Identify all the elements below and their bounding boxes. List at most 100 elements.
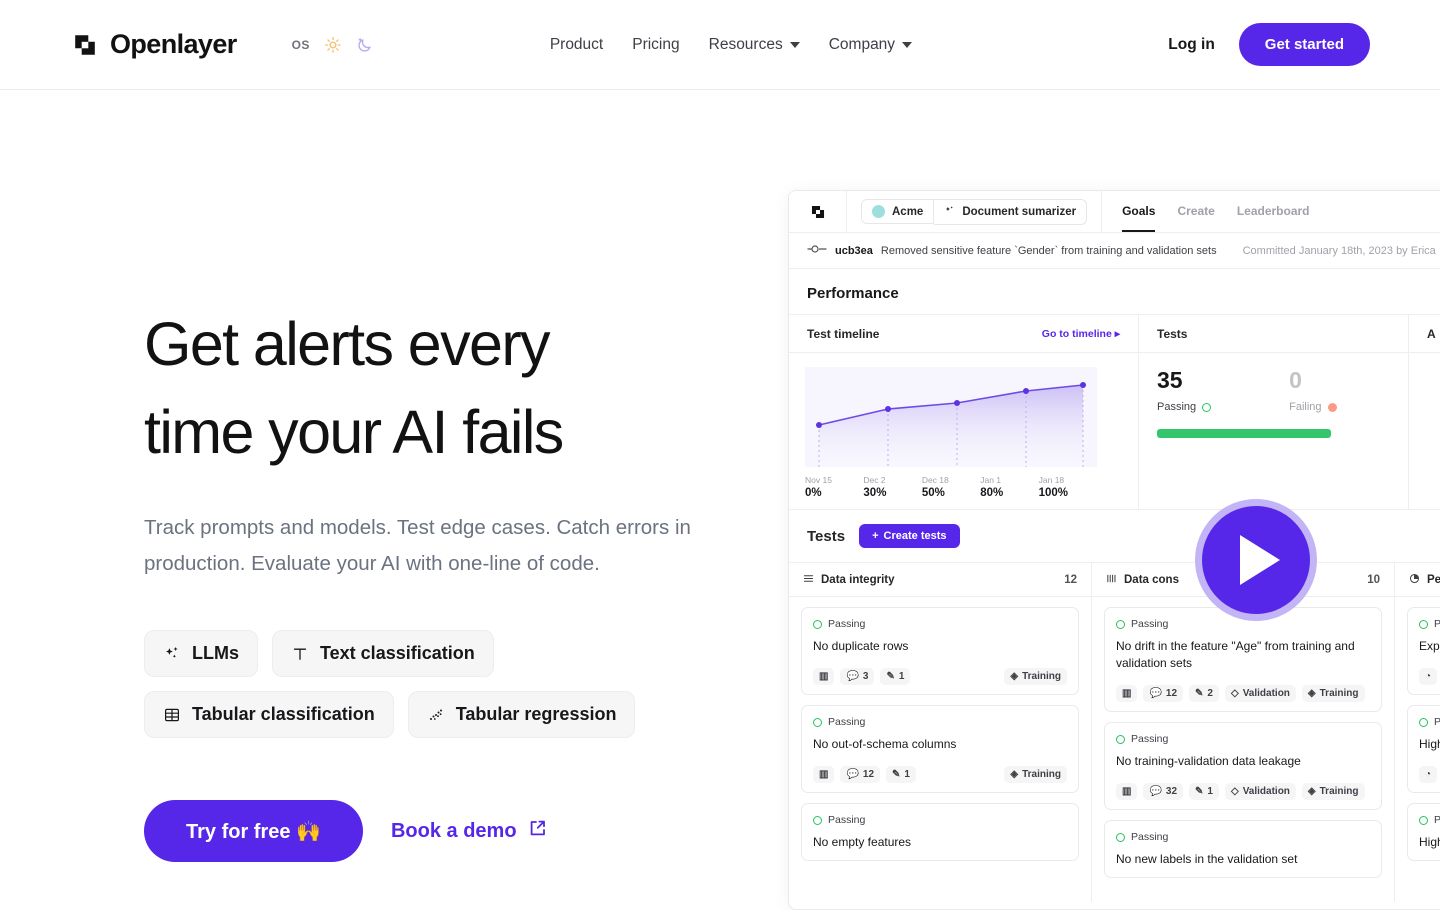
tab-create[interactable]: Create — [1177, 191, 1214, 232]
column-count: 12 — [1064, 573, 1077, 586]
nav-label: Product — [549, 35, 604, 53]
scatter-icon — [427, 706, 445, 724]
sun-icon[interactable] — [324, 36, 342, 54]
workspace-chip[interactable]: Acme — [861, 199, 935, 224]
performance-row: Test timeline Go to timeline ▸ Nov 15 0%… — [789, 314, 1440, 509]
nav-item-pricing[interactable]: Pricing — [632, 36, 679, 54]
test-card[interactable]: Passing No empty features — [801, 803, 1079, 861]
chevron-down-icon — [902, 41, 913, 48]
book-demo-label: Book a demo — [390, 819, 517, 842]
dataset-tag: ◈ Training — [1004, 668, 1067, 685]
list-icon — [803, 573, 814, 587]
test-card[interactable]: Passing No out-of-schema columns ▥ 💬 12 … — [801, 705, 1079, 793]
tests-columns: Data integrity 12 Passing No duplicate r… — [789, 562, 1440, 902]
moon-icon[interactable] — [356, 36, 374, 54]
dataset-tag: ◇ Validation — [1224, 685, 1296, 702]
tab-goals[interactable]: Goals — [1122, 191, 1156, 232]
nav-actions: Log in Get started — [1168, 23, 1370, 66]
column-count: 10 — [1367, 573, 1380, 586]
failing-count: 0 — [1289, 367, 1302, 393]
layers-icon: ◈ — [1307, 786, 1316, 797]
commit-bar: ucb3ea Removed sensitive feature `Gender… — [789, 233, 1440, 269]
app-topbar: Acme Document sumarizer Goals Create Lea… — [789, 191, 1440, 233]
get-started-button[interactable]: Get started — [1238, 23, 1370, 66]
bars-icon: ▥ — [1116, 783, 1138, 800]
test-card[interactable]: Passing No training-validation data leak… — [1104, 722, 1382, 810]
test-card[interactable]: Passing No new labels in the validation … — [1104, 820, 1382, 878]
comment-icon: 💬 — [1149, 688, 1162, 699]
commit-hash[interactable]: ucb3ea — [835, 245, 873, 257]
app-context-switcher: Acme Document sumarizer — [847, 191, 1103, 232]
nav-item-company[interactable]: Company — [829, 36, 913, 54]
card-status: Pas — [1434, 814, 1440, 826]
test-card[interactable]: Passing No duplicate rows ▥ 💬 3 ✎ 1 ◈ Tr… — [801, 607, 1079, 695]
book-a-demo-link[interactable]: Book a demo — [391, 818, 548, 845]
card-title: No duplicate rows — [813, 639, 909, 653]
bars-icon: ▥ — [813, 668, 835, 685]
comment-count: 12 — [862, 769, 875, 780]
passing-status-icon — [1116, 734, 1125, 744]
passing-status-icon — [1116, 832, 1125, 842]
test-card[interactable]: Pas Expec femal ◔ — [1407, 607, 1440, 695]
test-card[interactable]: Pas High — [1407, 803, 1440, 861]
card-title: No drift in the feature "Age" from train… — [1116, 639, 1355, 670]
passing-status-icon — [1419, 815, 1428, 825]
nav-label: Pricing — [632, 35, 680, 53]
edit-metric: ✎ 1 — [886, 766, 916, 783]
pill-llms[interactable]: LLMs — [144, 630, 258, 677]
test-column-performance: Perf Pas Expec femal ◔ Pas High p ◔ — [1395, 563, 1440, 902]
tests-section-header: Tests + Create tests — [789, 509, 1440, 562]
pill-tabular-classification[interactable]: Tabular classification — [144, 691, 394, 738]
create-tests-label: Create tests — [883, 530, 947, 542]
project-label: Document sumarizer — [962, 205, 1077, 218]
card-title: High — [1419, 835, 1440, 849]
go-to-timeline-link[interactable]: Go to timeline ▸ — [1042, 328, 1120, 340]
extra-panel-header: A — [1409, 315, 1440, 353]
card-status: Passing — [1131, 733, 1169, 745]
column-name: Data integrity — [821, 573, 895, 586]
axis-value: 0% — [805, 487, 822, 499]
failing-stat: 0 Failing — [1289, 367, 1337, 413]
card-status: Pas — [1434, 716, 1440, 728]
app-logo-icon[interactable] — [789, 191, 847, 232]
sparkle-icon — [163, 645, 181, 663]
passing-stat: 35 Passing — [1157, 367, 1212, 413]
hero-section: Get alerts every time your AI fails Trac… — [144, 300, 744, 862]
pill-tabular-regression[interactable]: Tabular regression — [407, 691, 636, 738]
column-body: Pas Expec femal ◔ Pas High p ◔ Pas High — [1395, 597, 1440, 871]
dataset-tag-label: Training — [1319, 786, 1359, 797]
play-video-button[interactable] — [1195, 499, 1317, 621]
hero-subheading: Track prompts and models. Test edge case… — [144, 516, 691, 575]
test-card[interactable]: Passing No drift in the feature "Age" fr… — [1104, 607, 1382, 712]
passing-status-icon — [1419, 717, 1428, 727]
project-chip[interactable]: Document sumarizer — [934, 198, 1088, 225]
dataset-tag: ◈ Training — [1301, 783, 1365, 800]
create-tests-button[interactable]: + Create tests — [859, 524, 960, 548]
pass-rate-bar — [1157, 429, 1331, 438]
play-icon — [1240, 535, 1280, 585]
test-card[interactable]: Pas High p ◔ — [1407, 705, 1440, 793]
axis-value: 50% — [921, 487, 945, 499]
pen-icon: ✎ — [1195, 786, 1204, 797]
site-header: Openlayer OS Product Pricing Resources C… — [0, 0, 1440, 90]
axis-value: 100% — [1038, 487, 1069, 499]
try-for-free-button[interactable]: Try for free 🙌 — [144, 800, 363, 862]
timeline-chart-canvas — [805, 367, 1097, 467]
layers-icon: ◈ — [1010, 671, 1019, 682]
column-body: Passing No duplicate rows ▥ 💬 3 ✎ 1 ◈ Tr… — [789, 597, 1091, 871]
passing-status-icon — [813, 717, 822, 727]
passing-status-icon — [1202, 402, 1212, 412]
passing-count: 35 — [1157, 367, 1183, 393]
login-link[interactable]: Log in — [1168, 36, 1215, 54]
pill-text-classification[interactable]: Text classification — [272, 630, 494, 677]
axis-date: Jan 18 — [1038, 475, 1065, 485]
tab-leaderboard[interactable]: Leaderboard — [1237, 191, 1310, 232]
nav-item-resources[interactable]: Resources — [709, 36, 800, 54]
card-title: No new labels in the validation set — [1116, 852, 1298, 866]
axis-date: Dec 2 — [863, 475, 886, 485]
nav-item-product[interactable]: Product — [550, 36, 603, 54]
model-type-pills: LLMs Text classification Tabular classif… — [144, 630, 664, 738]
commit-message: Removed sensitive feature `Gender` from … — [880, 244, 1217, 257]
brand-logo[interactable]: Openlayer — [72, 29, 237, 60]
dataset-tag-label: Training — [1022, 769, 1061, 780]
